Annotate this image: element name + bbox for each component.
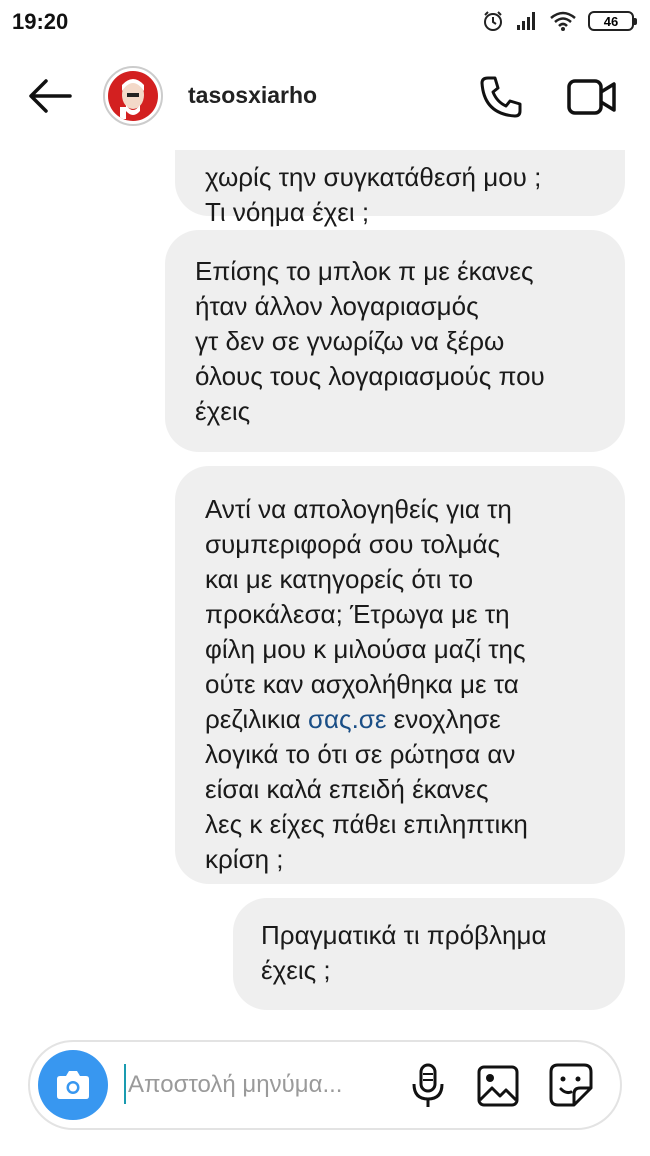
message-line: φίλη μου κ μιλούσα μαζί της — [205, 634, 526, 664]
message-text: ρεζιλικια — [205, 704, 308, 734]
message-line: έχεις — [195, 396, 251, 426]
message-thread[interactable]: χωρίς την συγκατάθεσή μου ; Τι νόημα έχε… — [0, 150, 650, 1020]
message-text: ενοχλησε — [386, 704, 501, 734]
message-bubble[interactable]: Επίσης το μπλοκ π με έκανες ήταν άλλον λ… — [165, 230, 625, 452]
voice-call-button[interactable] — [478, 74, 524, 120]
message-composer — [28, 1040, 622, 1130]
sticker-button[interactable] — [548, 1062, 594, 1108]
message-input[interactable] — [122, 1066, 398, 1104]
message-line: γτ δεν σε γνωρίζω να ξέρω — [195, 326, 505, 356]
chat-header: tasosxiarho — [0, 44, 650, 150]
camera-icon — [57, 1071, 89, 1099]
camera-button[interactable] — [38, 1050, 108, 1120]
gallery-button[interactable] — [476, 1064, 520, 1108]
message-line: χωρίς την συγκατάθεσή μου ; — [205, 162, 542, 192]
back-button[interactable] — [26, 76, 74, 116]
message-line: Επίσης το μπλοκ π με έκανες — [195, 256, 534, 286]
message-line: λες κ είχες πάθει επιληπτικη — [205, 809, 528, 839]
signal-icon — [517, 12, 535, 30]
phone-icon — [480, 76, 522, 118]
status-time: 19:20 — [12, 9, 69, 34]
message-line: όλους τους λογαριασμούς που — [195, 361, 545, 391]
message-line-with-link: ρεζιλικια σας.σε ενοχλησε — [205, 702, 595, 737]
video-camera-icon — [567, 79, 616, 115]
message-line: λογικά το ότι σε ρώτησα αν — [205, 739, 516, 769]
message-line: κρίση ; — [205, 844, 284, 874]
arrow-left-icon — [29, 79, 72, 113]
avatar-image — [108, 71, 158, 121]
message-bubble[interactable]: Πραγματικά τι πρόβλημα έχεις ; — [233, 898, 625, 1010]
avatar[interactable] — [103, 66, 163, 126]
status-icons: 46 — [482, 10, 637, 32]
status-bar: 19:20 46 — [0, 0, 650, 44]
video-call-button[interactable] — [566, 76, 618, 118]
message-line: έχεις ; — [261, 955, 331, 985]
message-line: Αντί να απολογηθείς για τη — [205, 494, 512, 524]
battery-level: 46 — [603, 13, 619, 29]
message-bubble[interactable]: Αντί να απολογηθείς για τη συμπεριφορά σ… — [175, 466, 625, 884]
alarm-icon — [484, 11, 502, 31]
chat-username[interactable]: tasosxiarho — [188, 82, 317, 109]
message-line: ήταν άλλον λογαριασμός — [195, 291, 479, 321]
message-line: ούτε καν ασχολήθηκα με τα — [205, 669, 519, 699]
message-line: Πραγματικά τι πρόβλημα — [261, 920, 547, 950]
sticker-icon — [549, 1063, 593, 1107]
battery-indicator: 46 — [588, 11, 637, 31]
message-bubble[interactable]: χωρίς την συγκατάθεσή μου ; Τι νόημα έχε… — [175, 150, 625, 227]
message-line: και με κατηγορείς ότι το — [205, 564, 474, 594]
message-line: συμπεριφορά σου τολμάς — [205, 529, 501, 559]
message-line: είσαι καλά επειδή έκανες — [205, 774, 489, 804]
image-icon — [477, 1065, 519, 1107]
microphone-icon — [412, 1063, 444, 1107]
message-line: Τι νόημα έχει ; — [205, 197, 370, 227]
message-link[interactable]: σας.σε — [308, 704, 386, 734]
message-line: προκάλεσα; Έτρωγα με τη — [205, 599, 510, 629]
wifi-icon — [550, 11, 576, 31]
voice-message-button[interactable] — [408, 1062, 448, 1110]
